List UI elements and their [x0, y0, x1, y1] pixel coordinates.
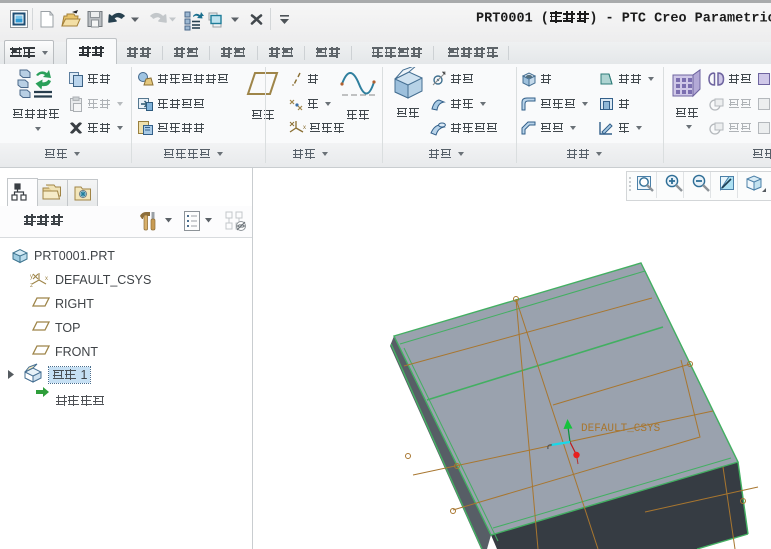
svg-text:x: x — [303, 125, 306, 131]
svg-text:x: x — [45, 276, 48, 282]
svg-text:DEFAULT_CSYS: DEFAULT_CSYS — [581, 423, 661, 435]
svg-text:z: z — [30, 283, 33, 289]
svg-text:y: y — [30, 274, 33, 280]
